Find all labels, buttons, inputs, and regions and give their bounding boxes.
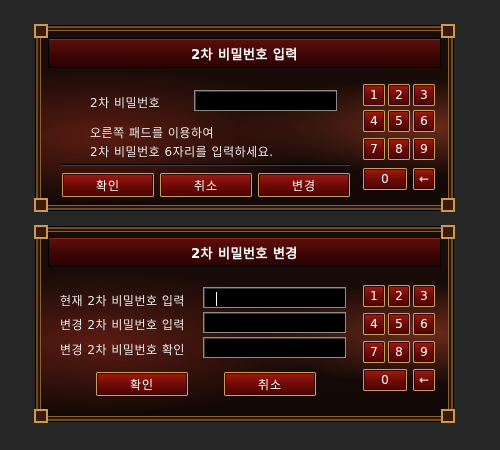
- corner-ornament: [34, 198, 48, 212]
- keypad-key-9[interactable]: 9: [413, 138, 435, 160]
- change-button[interactable]: 변경: [258, 173, 350, 197]
- corner-ornament: [441, 198, 455, 212]
- keypad-key-7[interactable]: 7: [363, 341, 385, 363]
- corner-ornament: [441, 225, 455, 239]
- keypad-key-3[interactable]: 3: [413, 84, 435, 106]
- divider: [60, 164, 350, 166]
- password-field[interactable]: [194, 90, 337, 111]
- dialog-title-bar: 2차 비밀번호 변경: [48, 237, 441, 267]
- new-password-field[interactable]: [203, 312, 346, 333]
- current-password-field[interactable]: [203, 287, 346, 308]
- dialog-title-bar: 2차 비밀번호 입력: [48, 38, 441, 68]
- keypad-key-2[interactable]: 2: [388, 285, 410, 307]
- dialog-title: 2차 비밀번호 변경: [191, 246, 298, 262]
- corner-ornament: [441, 409, 455, 423]
- keypad-key-0[interactable]: 0: [363, 369, 407, 391]
- keypad-key-4[interactable]: 4: [363, 313, 385, 335]
- keypad-key-6[interactable]: 6: [413, 313, 435, 335]
- keypad-key-6[interactable]: 6: [413, 110, 435, 132]
- current-password-label: 현재 2차 비밀번호 입력: [60, 294, 185, 308]
- corner-ornament: [34, 24, 48, 38]
- keypad-key-1[interactable]: 1: [363, 285, 385, 307]
- confirm-password-field[interactable]: [203, 337, 346, 358]
- keypad-key-8[interactable]: 8: [388, 138, 410, 160]
- cancel-button[interactable]: 취소: [160, 173, 252, 197]
- keypad-key-0[interactable]: 0: [363, 168, 407, 190]
- keypad-key-8[interactable]: 8: [388, 341, 410, 363]
- new-password-label: 변경 2차 비밀번호 입력: [60, 318, 185, 332]
- keypad-key-3[interactable]: 3: [413, 285, 435, 307]
- instruction-line-1: 오른쪽 패드를 이용하여: [90, 126, 215, 140]
- backspace-key[interactable]: ←: [413, 369, 435, 391]
- corner-ornament: [441, 24, 455, 38]
- instruction-line-2: 2차 비밀번호 6자리를 입력하세요.: [90, 145, 274, 159]
- backspace-key[interactable]: ←: [413, 168, 435, 190]
- confirm-button[interactable]: 확인: [96, 372, 188, 396]
- keypad-key-9[interactable]: 9: [413, 341, 435, 363]
- password-input-dialog: 2차 비밀번호 입력 2차 비밀번호 오른쪽 패드를 이용하여 2차 비밀번호 …: [34, 24, 455, 212]
- confirm-button[interactable]: 확인: [62, 173, 154, 197]
- cancel-button[interactable]: 취소: [224, 372, 316, 396]
- keypad-key-2[interactable]: 2: [388, 84, 410, 106]
- keypad-key-7[interactable]: 7: [363, 138, 385, 160]
- text-caret: [216, 292, 217, 306]
- password-change-dialog: 2차 비밀번호 변경 현재 2차 비밀번호 입력 변경 2차 비밀번호 입력 변…: [34, 225, 455, 423]
- keypad-key-5[interactable]: 5: [388, 110, 410, 132]
- corner-ornament: [34, 225, 48, 239]
- corner-ornament: [34, 409, 48, 423]
- keypad-key-5[interactable]: 5: [388, 313, 410, 335]
- keypad-key-4[interactable]: 4: [363, 110, 385, 132]
- keypad-key-1[interactable]: 1: [363, 84, 385, 106]
- dialog-title: 2차 비밀번호 입력: [191, 47, 298, 63]
- password-label: 2차 비밀번호: [90, 96, 161, 110]
- confirm-password-label: 변경 2차 비밀번호 확인: [60, 343, 185, 357]
